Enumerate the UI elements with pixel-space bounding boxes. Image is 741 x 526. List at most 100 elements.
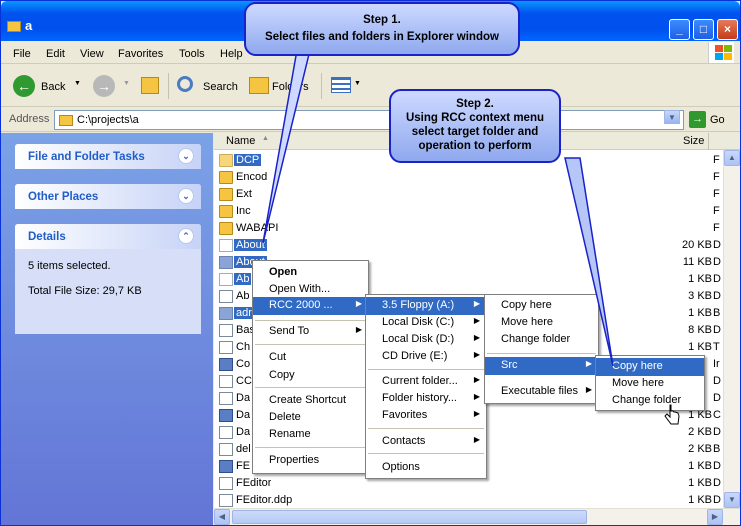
scroll-down-icon[interactable]: ▼: [724, 492, 740, 508]
menu-favorites[interactable]: Favorites: [118, 48, 163, 60]
file-row[interactable]: Ext F: [214, 186, 740, 203]
vertical-scrollbar[interactable]: ▲ ▼: [723, 150, 740, 508]
search-button-label[interactable]: Search: [203, 81, 238, 93]
menu-item-copy[interactable]: Copy: [253, 367, 368, 385]
folders-icon[interactable]: [249, 77, 269, 94]
scroll-right-icon[interactable]: ▶: [707, 509, 723, 525]
minimize-button[interactable]: _: [669, 19, 690, 40]
menu-item-favorites[interactable]: Favorites ▶: [366, 407, 486, 425]
submenu-arrow-icon: ▶: [585, 385, 592, 394]
menu-item-local-c[interactable]: Local Disk (C:) ▶: [366, 314, 486, 332]
menu-item-move-here[interactable]: Move here: [596, 375, 704, 393]
menu-item-change-folder[interactable]: Change folder: [485, 331, 598, 349]
menu-item-copy-here[interactable]: Copy here: [596, 358, 704, 376]
folder-icon: [219, 222, 233, 235]
step2-line1: Using RCC context menu: [405, 112, 544, 124]
menu-separator: [368, 369, 484, 370]
menu-file[interactable]: File: [13, 48, 31, 60]
menu-item-copy-here[interactable]: Copy here: [485, 297, 598, 315]
menu-item-folder-history[interactable]: Folder history... ▶: [366, 390, 486, 408]
chevron-down-icon[interactable]: ⌄: [178, 188, 194, 204]
menu-item-create-shortcut[interactable]: Create Shortcut: [253, 392, 368, 410]
file-row[interactable]: About 20 KB D: [214, 237, 740, 254]
menu-help[interactable]: Help: [220, 48, 243, 60]
close-button[interactable]: ×: [717, 19, 738, 40]
menu-item-current-folder[interactable]: Current folder... ▶: [366, 373, 486, 391]
submenu-arrow-icon: ▶: [355, 325, 362, 334]
other-places-header[interactable]: Other Places ⌄: [15, 184, 201, 209]
file-name: Co: [236, 358, 251, 370]
src-submenu: Copy here Move here Change folder: [595, 355, 705, 411]
menu-item-rcc[interactable]: RCC 2000 ... ▶: [253, 297, 368, 315]
menu-item-change-folder[interactable]: Change folder: [596, 392, 704, 410]
chevron-up-icon[interactable]: ⌃: [178, 228, 194, 244]
menu-item-cut[interactable]: Cut: [253, 349, 368, 367]
address-dropdown-icon[interactable]: ▼: [664, 110, 680, 124]
file-icon: [219, 443, 233, 456]
menu-item-floppy[interactable]: 3.5 Floppy (A:) ▶: [366, 297, 486, 315]
file-name: FEditor.ddp: [236, 494, 293, 506]
menu-edit[interactable]: Edit: [46, 48, 65, 60]
file-folder-tasks-panel: File and Folder Tasks ⌄: [15, 144, 201, 169]
address-value: C:\projects\a: [77, 114, 139, 126]
back-button-label[interactable]: Back: [41, 81, 65, 93]
file-icon: [219, 273, 233, 286]
menu-item-properties[interactable]: Properties: [253, 452, 368, 470]
folder-icon: [219, 188, 233, 201]
file-name: FE: [236, 460, 251, 472]
menu-separator: [487, 353, 596, 354]
menu-separator: [368, 428, 484, 429]
submenu-arrow-icon: ▶: [473, 299, 480, 308]
views-dropdown-icon[interactable]: ▼: [354, 80, 361, 87]
search-icon[interactable]: [177, 76, 193, 92]
step1-callout: Step 1. Select files and folders in Expl…: [244, 2, 520, 56]
back-dropdown-icon[interactable]: ▼: [74, 80, 81, 87]
cursor-icon: [664, 404, 680, 425]
menu-item-local-d[interactable]: Local Disk (D:) ▶: [366, 331, 486, 349]
submenu-arrow-icon: ▶: [473, 392, 480, 401]
file-row[interactable]: WABAPI F: [214, 220, 740, 237]
chevron-down-icon[interactable]: ⌄: [178, 148, 194, 164]
menu-item-executable[interactable]: Executable files ▶: [485, 383, 598, 401]
go-button[interactable]: → Go: [689, 110, 739, 130]
file-row[interactable]: Inc F: [214, 203, 740, 220]
submenu-arrow-icon: ▶: [473, 409, 480, 418]
up-folder-icon[interactable]: [141, 77, 159, 94]
menu-item-contacts[interactable]: Contacts ▶: [366, 433, 486, 451]
address-input[interactable]: C:\projects\a: [54, 110, 684, 130]
file-size: 20 KB: [682, 239, 712, 251]
views-icon[interactable]: [331, 77, 351, 93]
forward-arrow-icon[interactable]: →: [93, 75, 115, 97]
menu-view[interactable]: View: [80, 48, 104, 60]
menu-item-cd[interactable]: CD Drive (E:) ▶: [366, 348, 486, 366]
menu-item-send-to[interactable]: Send To ▶: [253, 323, 368, 341]
back-arrow-icon[interactable]: ←: [13, 75, 35, 97]
file-row[interactable]: FEditor.ddp 1 KB D: [214, 492, 740, 509]
menu-item-open[interactable]: Open: [253, 264, 368, 282]
scroll-left-icon[interactable]: ◀: [214, 509, 230, 525]
folders-button-label[interactable]: Folders: [272, 81, 312, 93]
menu-item-delete[interactable]: Delete: [253, 409, 368, 427]
horizontal-scrollbar[interactable]: ◀ ▶: [214, 508, 740, 525]
toolbar: ← Back ▼ → ▼ Search Folders ▼: [1, 65, 740, 107]
column-size[interactable]: Size: [683, 135, 704, 147]
maximize-button[interactable]: □: [693, 19, 714, 40]
file-row[interactable]: Encod F: [214, 169, 740, 186]
details-header[interactable]: Details ⌃: [15, 224, 201, 249]
menu-item-src[interactable]: Src ▶: [485, 357, 598, 375]
panel-title: File and Folder Tasks: [28, 151, 145, 163]
menu-tools[interactable]: Tools: [179, 48, 205, 60]
submenu-arrow-icon: ▶: [473, 333, 480, 342]
scroll-thumb[interactable]: [232, 510, 587, 524]
forward-dropdown-icon[interactable]: ▼: [123, 80, 130, 87]
menu-item-options[interactable]: Options: [366, 459, 486, 477]
scroll-up-icon[interactable]: ▲: [724, 150, 740, 166]
file-name: DCP: [234, 154, 262, 166]
menu-item-move-here[interactable]: Move here: [485, 314, 598, 332]
menu-item-rename[interactable]: Rename: [253, 426, 368, 444]
details-body: 5 items selected. Total File Size: 29,7 …: [15, 249, 201, 334]
file-name: Da: [236, 392, 251, 404]
column-name[interactable]: Name: [226, 135, 255, 147]
file-size: 2 KB: [688, 443, 712, 455]
file-folder-tasks-header[interactable]: File and Folder Tasks ⌄: [15, 144, 201, 169]
